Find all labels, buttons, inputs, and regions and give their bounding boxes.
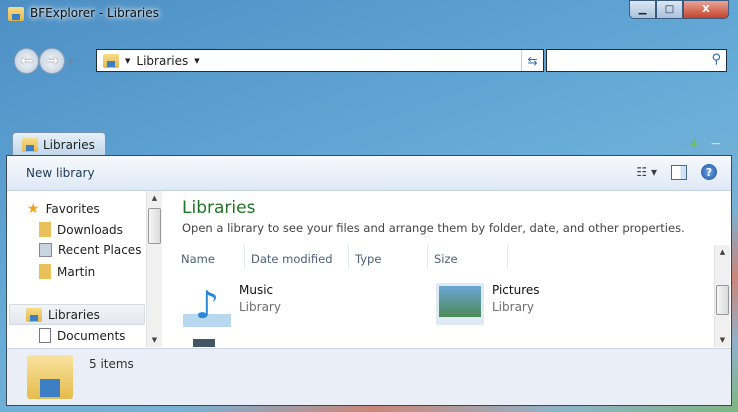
- libraries-folder-icon: [8, 7, 24, 21]
- sidebar-favorites[interactable]: ★ Favorites: [27, 201, 100, 217]
- sidebar-item-downloads[interactable]: Downloads: [39, 222, 123, 237]
- star-icon: ★: [27, 201, 40, 217]
- content-scrollbar[interactable]: ▲ ▼: [714, 245, 730, 347]
- scroll-up-arrow[interactable]: ▲: [147, 194, 162, 202]
- libraries-folder-icon: [26, 307, 42, 322]
- navigation-pane: ★ Favorites Downloads Recent Places Marti…: [7, 191, 162, 347]
- forward-button[interactable]: →: [39, 48, 65, 74]
- documents-icon: [39, 328, 51, 343]
- scroll-down-arrow[interactable]: ▼: [715, 336, 730, 344]
- list-item-music[interactable]: ♪ Music Library: [183, 283, 281, 327]
- scroll-down-arrow[interactable]: ▼: [147, 336, 162, 344]
- add-tab-icon[interactable]: +: [688, 136, 700, 152]
- help-icon[interactable]: ?: [701, 164, 717, 180]
- scroll-up-arrow[interactable]: ▲: [715, 248, 730, 256]
- downloads-folder-icon: [39, 222, 51, 237]
- back-button[interactable]: ←: [14, 48, 40, 74]
- content-area: Libraries Open a library to see your fil…: [163, 191, 731, 347]
- minimize-button[interactable]: ▁: [629, 0, 656, 19]
- command-bar: New library ☷ ▾ ?: [7, 156, 731, 191]
- recent-places-icon: [39, 243, 52, 257]
- scrollbar-thumb[interactable]: [716, 285, 729, 315]
- sidebar-item-documents[interactable]: Documents: [39, 328, 125, 343]
- breadcrumb-chevron-icon[interactable]: ▼: [194, 57, 199, 65]
- sidebar-item-libraries[interactable]: Libraries: [9, 304, 145, 325]
- preview-pane-icon[interactable]: [671, 164, 687, 180]
- new-library-button[interactable]: New library: [26, 166, 95, 180]
- libraries-large-icon: [27, 355, 73, 399]
- search-input[interactable]: ⚲: [546, 49, 727, 72]
- sidebar-item-recent-places[interactable]: Recent Places: [39, 243, 141, 257]
- address-bar[interactable]: ▼ Libraries ▼ ⇆: [96, 49, 544, 72]
- refresh-icon[interactable]: ⇆: [521, 50, 543, 71]
- search-icon[interactable]: ⚲: [711, 52, 721, 67]
- list-item-pictures[interactable]: Pictures Library: [436, 283, 540, 325]
- item-count: 5 items: [89, 357, 134, 371]
- column-size[interactable]: Size: [428, 245, 508, 270]
- details-pane: 5 items: [7, 348, 731, 405]
- explorer-panel: New library ☷ ▾ ? ★ Favorites Downloads R…: [6, 155, 732, 406]
- window-title: BFExplorer - Libraries: [8, 6, 159, 21]
- pictures-library-icon: [436, 283, 484, 325]
- column-date-modified[interactable]: Date modified: [245, 245, 349, 270]
- videos-library-icon: [193, 339, 215, 347]
- window-controls: ▁ □ X: [629, 0, 729, 20]
- navigation-buttons: ← → ▼: [14, 47, 74, 75]
- music-library-icon: ♪: [183, 283, 231, 327]
- recent-pages-dropdown-icon[interactable]: ▼: [68, 57, 74, 66]
- column-headers: Name Date modified Type Size: [175, 245, 508, 270]
- sidebar-scrollbar[interactable]: ▲ ▼: [146, 191, 162, 347]
- breadcrumb-libraries[interactable]: Libraries: [136, 54, 188, 68]
- folder-icon: [39, 264, 51, 279]
- sidebar-item-martin[interactable]: Martin: [39, 264, 95, 279]
- remove-tab-icon[interactable]: −: [710, 136, 722, 152]
- maximize-button[interactable]: □: [656, 0, 683, 19]
- tab-libraries[interactable]: Libraries: [12, 132, 106, 157]
- libraries-folder-icon: [103, 53, 119, 68]
- close-button[interactable]: X: [683, 0, 729, 19]
- breadcrumb-dropdown-icon[interactable]: ▼: [125, 57, 130, 65]
- page-description: Open a library to see your files and arr…: [182, 221, 685, 235]
- change-view-icon[interactable]: ☷ ▾: [636, 165, 657, 179]
- column-name[interactable]: Name: [175, 245, 245, 270]
- libraries-folder-icon: [22, 138, 38, 152]
- column-type[interactable]: Type: [349, 245, 428, 270]
- page-title: Libraries: [182, 198, 256, 218]
- scrollbar-thumb[interactable]: [148, 208, 161, 244]
